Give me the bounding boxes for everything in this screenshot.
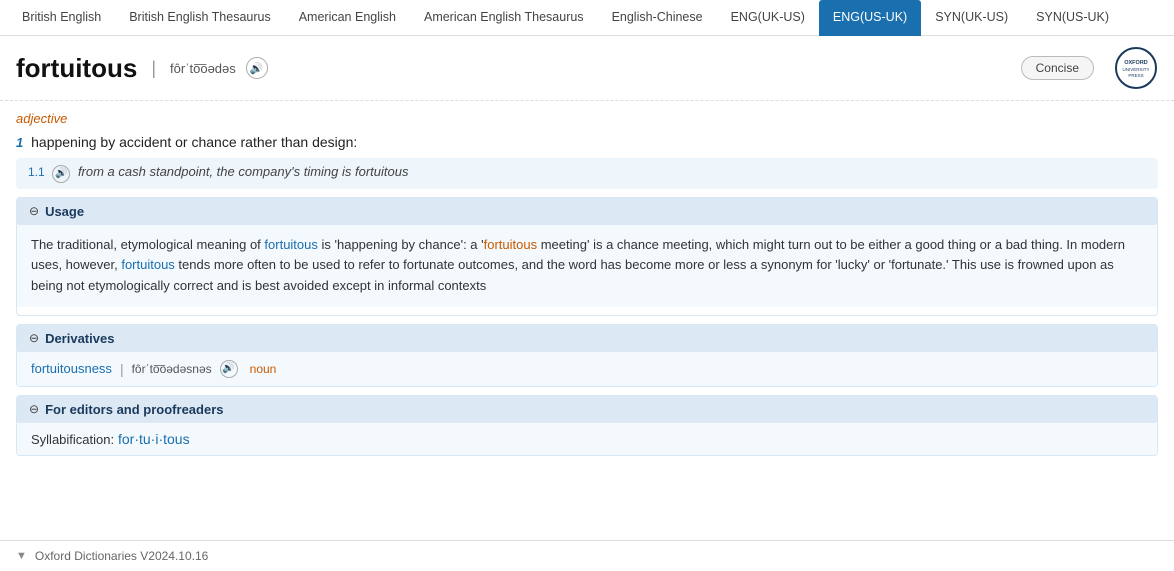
usage-header[interactable]: ⊖ Usage (17, 198, 1157, 225)
content: adjective 1 happening by accident or cha… (0, 101, 1174, 474)
headword: fortuitous (16, 53, 137, 84)
derivative-pos: noun (250, 362, 277, 376)
editors-body: Syllabification: for·tu·i·tous (17, 423, 1157, 455)
usage-title: Usage (45, 204, 84, 219)
deriv-separator: | (120, 361, 124, 377)
usage-link-1[interactable]: fortuitous (264, 237, 317, 252)
tab-american-english[interactable]: American English (285, 0, 410, 36)
tab-english-chinese[interactable]: English-Chinese (598, 0, 717, 36)
oxford-logo: OXFORD UNIVERSITY PRESS (1114, 46, 1158, 90)
tab-british-english-thesaurus[interactable]: British English Thesaurus (115, 0, 285, 36)
sub-number: 1.1 (28, 165, 45, 179)
syllabification-value[interactable]: for·tu·i·tous (118, 431, 190, 447)
editors-title: For editors and proofreaders (45, 402, 223, 417)
tab-eng-uk-us[interactable]: ENG(UK-US) (717, 0, 819, 36)
collapse-icon: ⊖ (29, 204, 39, 218)
header-left: fortuitous | fôrˈto͞oədəs 🔊 (16, 53, 268, 84)
concise-button[interactable]: Concise (1021, 56, 1094, 80)
footer-chevron-icon[interactable]: ▼ (16, 550, 27, 562)
separator: | (151, 58, 156, 79)
usage-link-2[interactable]: fortuitous (484, 237, 537, 252)
derivative-item: fortuitousness | fôrˈto͞oədəsnəs 🔊 noun (17, 352, 1157, 386)
sub-entry-1-1: 1.1 🔊 from a cash standpoint, the compan… (16, 158, 1158, 189)
definition-text: happening by accident or chance rather t… (31, 134, 357, 150)
usage-body: The traditional, etymological meaning of… (17, 225, 1157, 307)
tab-syn-uk-us[interactable]: SYN(UK-US) (921, 0, 1022, 36)
svg-text:OXFORD: OXFORD (1124, 60, 1148, 66)
derivatives-section: ⊖ Derivatives fortuitousness | fôrˈto͞oə… (16, 324, 1158, 387)
syllabification-label: Syllabification: (31, 432, 114, 447)
tab-syn-us-uk[interactable]: SYN(US-UK) (1022, 0, 1123, 36)
derivative-word[interactable]: fortuitousness (31, 361, 112, 376)
derivatives-header[interactable]: ⊖ Derivatives (17, 325, 1157, 352)
oxford-logo-icon: OXFORD UNIVERSITY PRESS (1114, 46, 1158, 90)
footer-version: Oxford Dictionaries V2024.10.16 (35, 549, 208, 563)
derivative-pronunciation: fôrˈto͞oədəsnəs (132, 362, 212, 376)
tab-british-english[interactable]: British English (8, 0, 115, 36)
editors-header[interactable]: ⊖ For editors and proofreaders (17, 396, 1157, 423)
footer: ▼ Oxford Dictionaries V2024.10.16 (0, 540, 1174, 571)
tab-eng-us-uk[interactable]: ENG(US-UK) (819, 0, 921, 36)
usage-section: ⊖ Usage The traditional, etymological me… (16, 197, 1158, 316)
usage-link-3[interactable]: fortuitous (121, 257, 174, 272)
svg-text:UNIVERSITY: UNIVERSITY (1122, 67, 1149, 72)
sub-sound-icon[interactable]: 🔊 (52, 165, 70, 183)
sound-icon[interactable]: 🔊 (246, 57, 268, 79)
editors-section: ⊖ For editors and proofreaders Syllabifi… (16, 395, 1158, 456)
header-right: Concise OXFORD UNIVERSITY PRESS (1021, 46, 1158, 90)
derivatives-title: Derivatives (45, 331, 114, 346)
tab-american-english-thesaurus[interactable]: American English Thesaurus (410, 0, 598, 36)
editors-collapse-icon: ⊖ (29, 402, 39, 416)
svg-text:PRESS: PRESS (1128, 73, 1143, 78)
deriv-sound-icon[interactable]: 🔊 (220, 360, 238, 378)
part-of-speech: adjective (16, 111, 1158, 126)
deriv-collapse-icon: ⊖ (29, 331, 39, 345)
tab-bar: British English British English Thesauru… (0, 0, 1174, 36)
header: fortuitous | fôrˈto͞oədəs 🔊 Concise OXFO… (0, 36, 1174, 101)
example-text: from a cash standpoint, the company's ti… (78, 164, 409, 179)
definition-block: 1 happening by accident or chance rather… (16, 134, 1158, 150)
def-number: 1 (16, 135, 23, 150)
pronunciation: fôrˈto͞oədəs (170, 61, 236, 76)
